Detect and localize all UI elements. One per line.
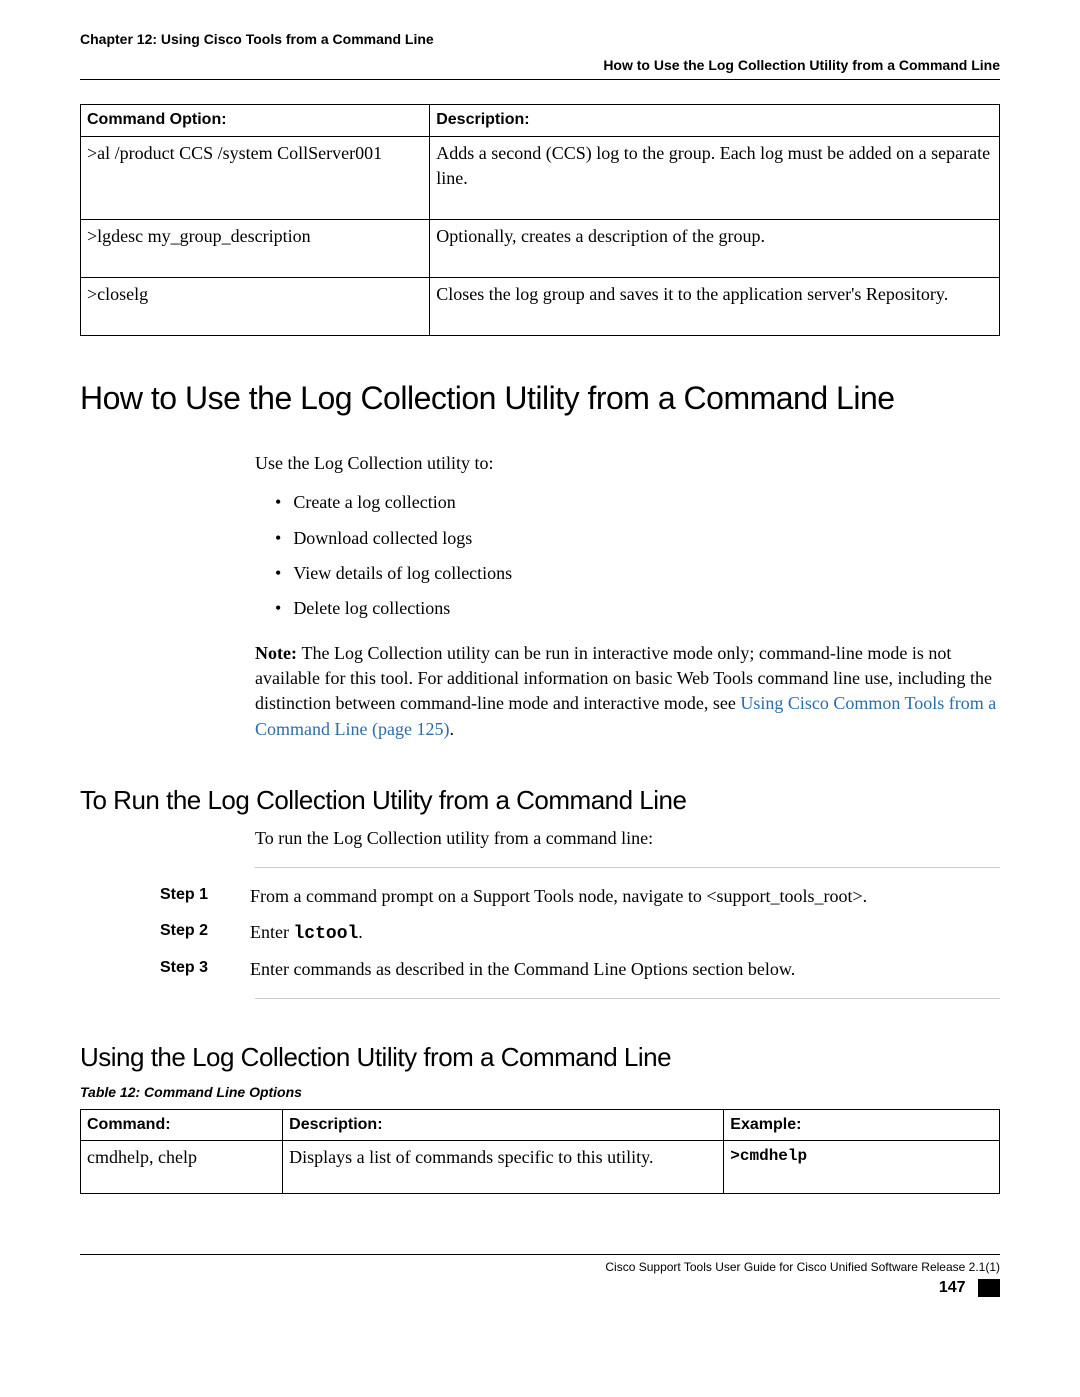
chapter-header: Chapter 12: Using Cisco Tools from a Com… <box>80 30 1000 50</box>
step-row: Step 2 Enter lctool. <box>80 920 1000 947</box>
table1-header-cmd: Command Option: <box>81 105 430 136</box>
step-label: Step 1 <box>160 884 250 909</box>
command-line-options-table: Command: Description: Example: cmdhelp, … <box>80 1109 1000 1194</box>
note-paragraph: Note: The Log Collection utility can be … <box>255 641 1000 742</box>
footer-doc-title: Cisco Support Tools User Guide for Cisco… <box>80 1259 1000 1276</box>
step-row: Step 1 From a command prompt on a Suppor… <box>80 884 1000 909</box>
table1-row2-desc: Closes the log group and saves it to the… <box>430 278 1000 336</box>
bullet-item: View details of log collections <box>275 561 1000 586</box>
table2-header-cmd: Command: <box>81 1109 283 1140</box>
page-footer: Cisco Support Tools User Guide for Cisco… <box>80 1254 1000 1300</box>
command-option-table: Command Option: Description: >al /produc… <box>80 104 1000 336</box>
table2-header-desc: Description: <box>283 1109 724 1140</box>
table2-header-ex: Example: <box>724 1109 1000 1140</box>
footer-page-number: 147 <box>939 1279 966 1296</box>
table2-row0-desc: Displays a list of commands specific to … <box>283 1141 724 1193</box>
table1-row1-desc: Optionally, creates a description of the… <box>430 219 1000 277</box>
step-rule-bottom <box>255 998 1000 999</box>
run-intro: To run the Log Collection utility from a… <box>255 826 1000 851</box>
note-text-post: . <box>449 719 454 739</box>
step2-pre: Enter <box>250 922 293 942</box>
table1-row0-cmd: >al /product CCS /system CollServer001 <box>81 136 430 219</box>
step-label: Step 2 <box>160 920 250 947</box>
subheading-run: To Run the Log Collection Utility from a… <box>80 782 1000 818</box>
step-rule-top <box>255 867 1000 868</box>
step-text: Enter commands as described in the Comma… <box>250 957 1000 982</box>
step2-post: . <box>358 922 363 942</box>
table2-row0-cmd: cmdhelp, chelp <box>81 1141 283 1193</box>
step-row: Step 3 Enter commands as described in th… <box>80 957 1000 982</box>
table1-row0-desc: Adds a second (CCS) log to the group. Ea… <box>430 136 1000 219</box>
step2-code: lctool <box>293 924 358 944</box>
bullet-item: Download collected logs <box>275 526 1000 551</box>
step-label: Step 3 <box>160 957 250 982</box>
section-header: How to Use the Log Collection Utility fr… <box>80 56 1000 81</box>
bullet-item: Delete log collections <box>275 596 1000 621</box>
bullet-list: Create a log collection Download collect… <box>275 490 1000 621</box>
footer-blackbox-icon <box>978 1279 1000 1297</box>
intro-text: Use the Log Collection utility to: <box>255 451 1000 476</box>
table2-row0-ex: >cmdhelp <box>724 1141 1000 1193</box>
bullet-item: Create a log collection <box>275 490 1000 515</box>
table1-row1-cmd: >lgdesc my_group_description <box>81 219 430 277</box>
subheading-using: Using the Log Collection Utility from a … <box>80 1039 1000 1075</box>
step-text: Enter lctool. <box>250 920 1000 947</box>
table1-row2-cmd: >closelg <box>81 278 430 336</box>
note-label: Note: <box>255 643 301 663</box>
page-title: How to Use the Log Collection Utility fr… <box>80 376 1000 421</box>
step-text: From a command prompt on a Support Tools… <box>250 884 1000 909</box>
table2-caption: Table 12: Command Line Options <box>80 1083 1000 1103</box>
table1-header-desc: Description: <box>430 105 1000 136</box>
